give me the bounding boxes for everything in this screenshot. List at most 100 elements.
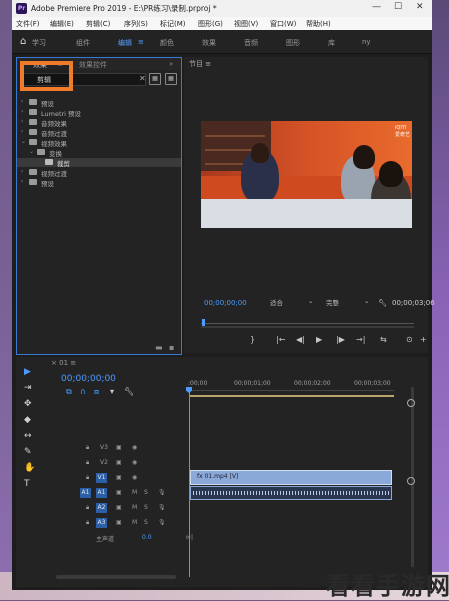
program-current-timecode[interactable]: 00;00;00;00 bbox=[204, 299, 247, 307]
ripple-edit-tool-icon[interactable]: ✥ bbox=[24, 399, 32, 409]
chevron-down-icon[interactable]: ⌄ bbox=[21, 138, 26, 145]
timeline-ruler[interactable]: :00;00 00;00;01;00 00;00;02;00 00;00;03;… bbox=[186, 377, 394, 392]
add-marker-icon[interactable]: ▾ bbox=[110, 387, 114, 396]
workspace-audio[interactable]: 音频 bbox=[244, 38, 258, 48]
tree-item-audio-transitions[interactable]: › 音频过渡 bbox=[17, 128, 181, 138]
step-forward-button[interactable]: |▶ bbox=[336, 335, 345, 344]
chevron-down-icon[interactable]: ⌄ bbox=[29, 148, 34, 155]
lock-icon[interactable]: 🔒︎ bbox=[86, 474, 89, 482]
mute-button[interactable]: M bbox=[132, 519, 137, 526]
sync-lock-icon[interactable]: ▣ bbox=[116, 444, 122, 451]
maximize-button[interactable]: ☐ bbox=[394, 2, 402, 12]
type-tool-icon[interactable]: T bbox=[24, 479, 30, 489]
lock-icon[interactable]: 🔒︎ bbox=[86, 504, 89, 512]
accelerated-effects-icon[interactable]: ▦ bbox=[149, 73, 161, 85]
microphone-icon[interactable]: 🎙︎ bbox=[158, 504, 166, 511]
slip-tool-icon[interactable]: ↔ bbox=[24, 431, 32, 441]
workspace-color[interactable]: 颜色 bbox=[160, 38, 174, 48]
microphone-icon[interactable]: 🎙︎ bbox=[158, 519, 166, 526]
play-button[interactable]: ▶ bbox=[316, 335, 322, 344]
menu-edit[interactable]: 编辑(E) bbox=[50, 19, 74, 29]
menu-window[interactable]: 窗口(W) bbox=[270, 19, 296, 29]
solo-button[interactable]: S bbox=[144, 489, 148, 496]
scrubber-rail[interactable] bbox=[201, 326, 414, 328]
menu-marker[interactable]: 标记(M) bbox=[160, 19, 186, 29]
workspace-libraries[interactable]: 库 bbox=[328, 38, 335, 48]
new-bin-icon[interactable]: ▬ bbox=[155, 343, 163, 352]
program-menu-icon[interactable]: ≡ bbox=[205, 60, 211, 68]
workspace-editing[interactable]: 编辑 bbox=[118, 38, 132, 48]
clear-search-icon[interactable]: ✕ bbox=[139, 74, 146, 83]
track-select-tool-icon[interactable]: ⇥ bbox=[24, 383, 32, 393]
add-button[interactable]: + bbox=[420, 335, 427, 344]
panel-expand-icon[interactable]: » bbox=[169, 60, 173, 68]
sync-lock-icon[interactable]: ▣ bbox=[116, 474, 122, 481]
workspace-custom[interactable]: ny bbox=[362, 38, 371, 46]
tree-item-audio-effects[interactable]: › 音频效果 bbox=[17, 118, 181, 128]
eye-icon[interactable]: ◉ bbox=[132, 444, 137, 451]
workspace-menu-icon[interactable]: ≡ bbox=[138, 38, 144, 46]
solo-button[interactable]: S bbox=[144, 519, 148, 526]
track-source-a1[interactable]: A1 bbox=[80, 488, 91, 498]
chevron-right-icon[interactable]: › bbox=[21, 108, 23, 115]
tree-item-transform[interactable]: ⌄ 变换 bbox=[17, 148, 181, 158]
tree-item-presets-2[interactable]: › 预设 bbox=[17, 178, 181, 188]
home-icon[interactable]: ⌂ bbox=[20, 36, 26, 47]
lock-icon[interactable]: 🔒︎ bbox=[86, 444, 89, 452]
workspace-graphics[interactable]: 图形 bbox=[286, 38, 300, 48]
sync-lock-icon[interactable]: ▣ bbox=[116, 519, 122, 526]
selection-tool-icon[interactable]: ▶ bbox=[24, 367, 31, 377]
audio-clip[interactable] bbox=[190, 486, 392, 500]
track-target-v1[interactable]: V1 bbox=[96, 473, 107, 483]
chevron-right-icon[interactable]: › bbox=[21, 168, 23, 175]
microphone-icon[interactable]: 🎙︎ bbox=[158, 489, 166, 496]
minimize-button[interactable]: — bbox=[372, 2, 381, 12]
workspace-assembly[interactable]: 组件 bbox=[76, 38, 90, 48]
zoom-fit-select[interactable]: 适合 ⌄ bbox=[270, 297, 314, 307]
linked-selection-icon[interactable]: ⧈ bbox=[94, 387, 99, 397]
menu-sequence[interactable]: 序列(S) bbox=[124, 19, 148, 29]
workspace-effects[interactable]: 效果 bbox=[202, 38, 216, 48]
razor-tool-icon[interactable]: ◆ bbox=[24, 415, 31, 425]
sync-lock-icon[interactable]: ▣ bbox=[116, 504, 122, 511]
mute-button[interactable]: M bbox=[132, 489, 137, 496]
track-name[interactable]: A2 bbox=[96, 503, 107, 513]
nest-icon[interactable]: ⧉ bbox=[66, 387, 72, 397]
sync-lock-icon[interactable]: ▣ bbox=[116, 489, 122, 496]
timeline-timecode[interactable]: 00;00;00;00 bbox=[61, 374, 116, 384]
chevron-right-icon[interactable]: › bbox=[21, 118, 23, 125]
master-track-volume[interactable]: 0.0 bbox=[142, 534, 152, 541]
track-name[interactable]: A3 bbox=[96, 518, 107, 528]
mark-out-button[interactable]: } bbox=[250, 335, 255, 344]
menu-file[interactable]: 文件(F) bbox=[16, 19, 40, 29]
timeline-horizontal-scrollbar[interactable] bbox=[56, 575, 176, 579]
menu-graphics[interactable]: 图形(G) bbox=[198, 19, 223, 29]
go-to-out-button[interactable]: →| bbox=[356, 335, 365, 344]
snap-icon[interactable]: ∩ bbox=[80, 387, 86, 396]
tree-item-crop[interactable]: 裁剪 bbox=[17, 158, 181, 168]
chevron-right-icon[interactable]: › bbox=[21, 128, 23, 135]
pen-tool-icon[interactable]: ✎ bbox=[24, 447, 32, 457]
timeline-tab[interactable]: × 01 ≡ bbox=[51, 359, 76, 367]
eye-icon[interactable]: ◉ bbox=[132, 459, 137, 466]
menu-view[interactable]: 视图(V) bbox=[234, 19, 258, 29]
eye-icon[interactable]: ◉ bbox=[132, 474, 137, 481]
tree-item-presets[interactable]: › 预设 bbox=[17, 98, 181, 108]
video-clip[interactable]: fx 01.mp4 [V] bbox=[190, 470, 392, 485]
delete-icon[interactable]: ▪ bbox=[169, 343, 174, 352]
program-scrubber[interactable] bbox=[201, 319, 414, 328]
step-back-button[interactable]: ◀| bbox=[296, 335, 305, 344]
tree-item-video-transitions[interactable]: › 视频过渡 bbox=[17, 168, 181, 178]
lock-icon[interactable]: 🔒︎ bbox=[86, 459, 89, 467]
tree-item-lumetri-presets[interactable]: › Lumetri 预设 bbox=[17, 108, 181, 118]
menu-clip[interactable]: 剪辑(C) bbox=[86, 19, 110, 29]
solo-button[interactable]: S bbox=[144, 504, 148, 511]
scroll-knob-top[interactable] bbox=[407, 399, 415, 407]
32bit-effects-icon[interactable]: ▦ bbox=[165, 73, 177, 85]
workspace-learning[interactable]: 学习 bbox=[32, 38, 46, 48]
track-target-a1[interactable]: A1 bbox=[96, 488, 107, 498]
go-to-end-icon[interactable]: ⊳| bbox=[186, 534, 193, 541]
wrench-icon[interactable]: 🔧︎ bbox=[378, 299, 387, 307]
close-button[interactable]: ✕ bbox=[416, 2, 424, 12]
work-area-bar[interactable] bbox=[190, 395, 394, 397]
